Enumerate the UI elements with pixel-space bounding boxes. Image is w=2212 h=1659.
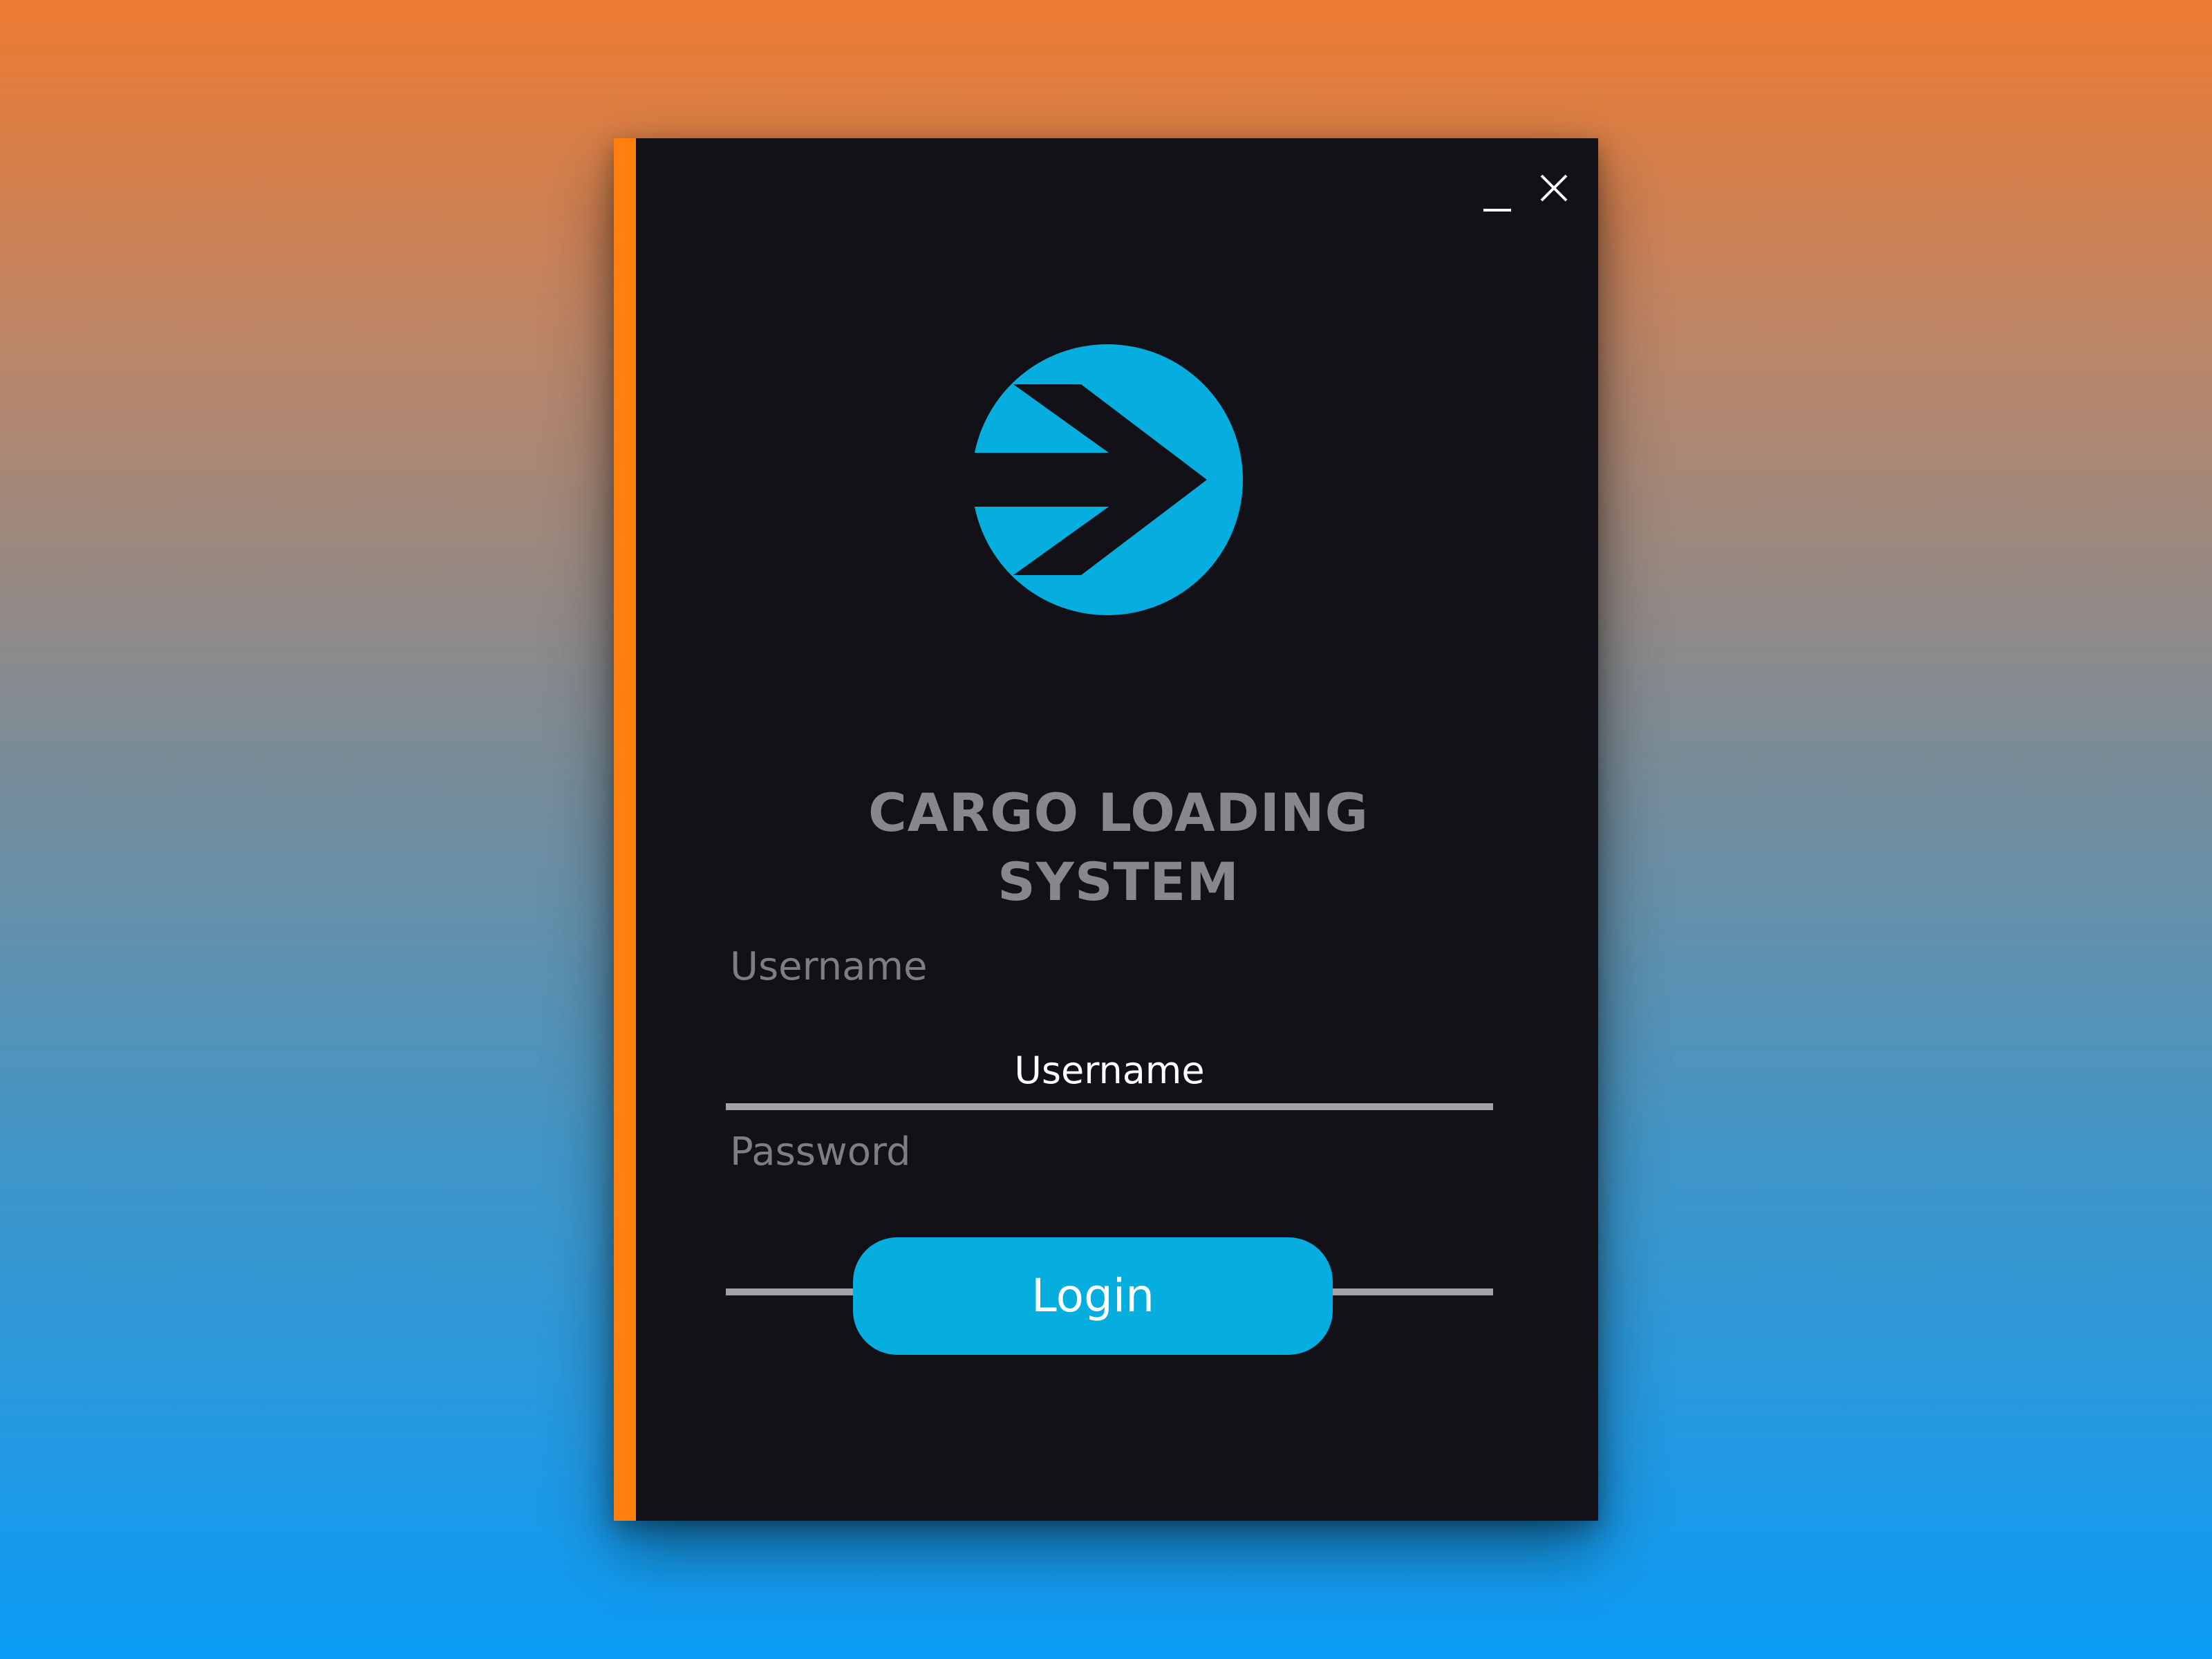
username-label: Username <box>730 944 928 989</box>
login-window: CARGO LOADING SYSTEM Username Password L… <box>614 138 1598 1521</box>
close-button[interactable] <box>1532 166 1576 210</box>
username-field[interactable] <box>726 1037 1493 1110</box>
app-title: CARGO LOADING SYSTEM <box>773 778 1464 917</box>
app-title-line-2: SYSTEM <box>997 851 1239 912</box>
arrow-circle-logo-icon <box>972 344 1243 615</box>
app-title-line-1: CARGO LOADING <box>868 782 1369 843</box>
accent-strip <box>614 138 636 1521</box>
minimize-button[interactable] <box>1477 180 1518 221</box>
close-icon <box>1540 174 1568 202</box>
login-button[interactable]: Login <box>853 1237 1333 1355</box>
minimize-icon <box>1483 209 1511 212</box>
password-label: Password <box>730 1130 911 1174</box>
app-logo <box>972 344 1243 615</box>
